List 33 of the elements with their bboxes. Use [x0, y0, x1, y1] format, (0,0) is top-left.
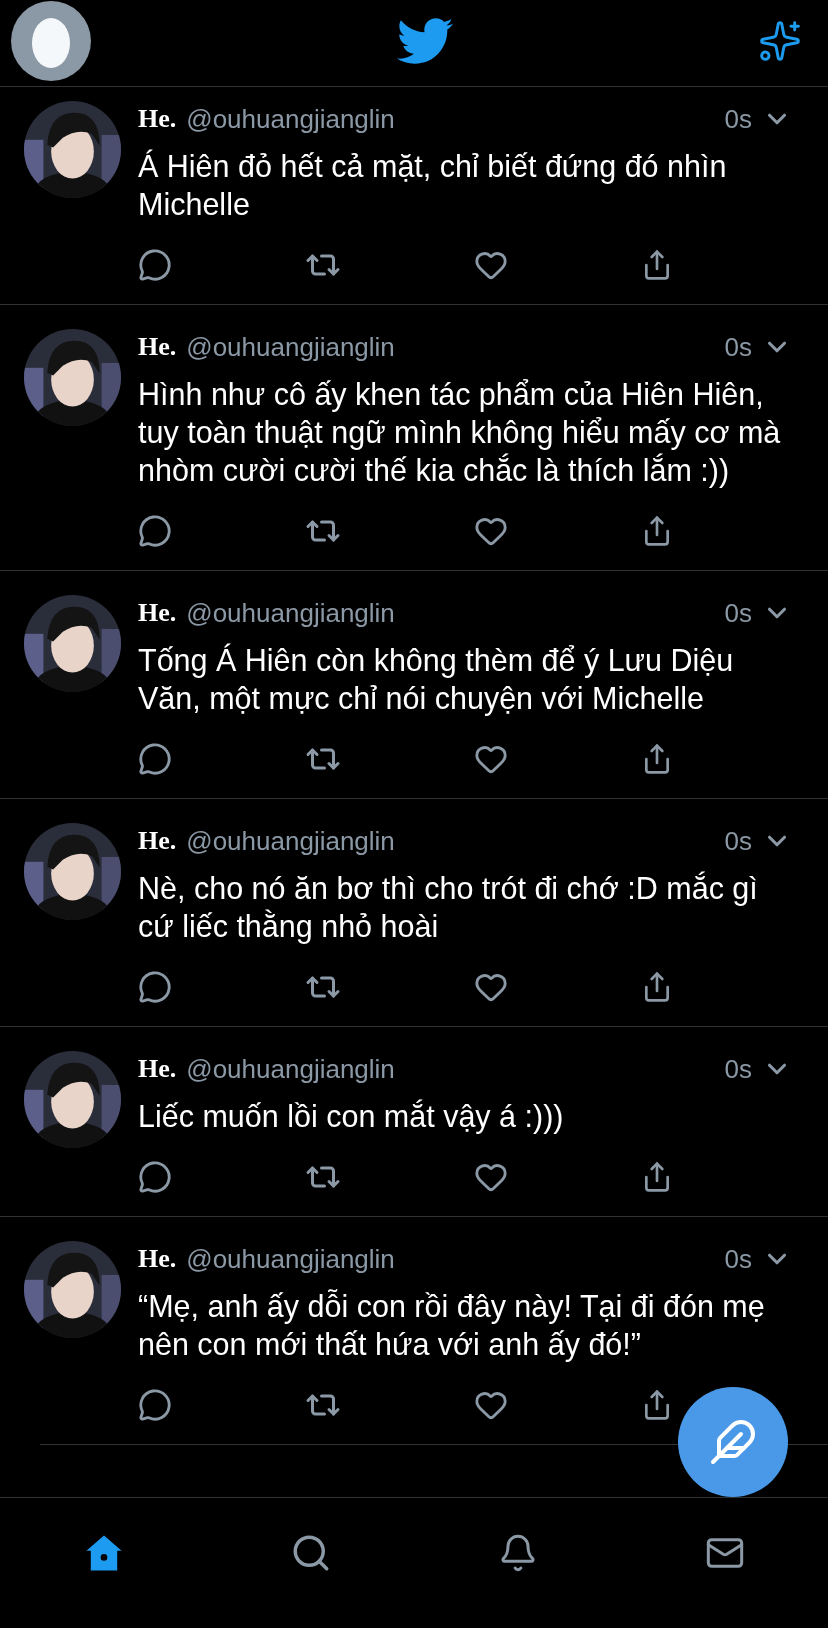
- reply-button[interactable]: [138, 247, 172, 283]
- tweet-text: Tống Á Hiên còn không thèm để ý Lưu Diệu Văn, một mực chỉ nói chuyện với Michelle: [138, 642, 735, 717]
- author-name: He.: [138, 1244, 177, 1274]
- reply-button[interactable]: [138, 969, 172, 1005]
- reply-button[interactable]: [138, 513, 172, 549]
- tweet-text: Á Hiên đỏ hết cả mặt, chỉ biết đứng đó nhìn Michelle: [138, 148, 728, 223]
- author-handle: @ouhuangjianglin: [186, 1243, 396, 1275]
- tweet-time: 0s: [724, 825, 752, 857]
- tweet-time: 0s: [724, 1243, 752, 1275]
- feather-icon: [709, 1418, 757, 1466]
- tweet-time: 0s: [724, 331, 752, 363]
- tweet-text: Hình như cô ấy khen tác phẩm của Hiên Hiên, tuy toàn thuật ngữ mình không hiểu mấy cơ mà nhòm cười cười thế kia chắc là thích lắm :)): [138, 376, 782, 489]
- sparkle-icon[interactable]: [758, 19, 802, 63]
- reply-button[interactable]: [138, 1159, 172, 1195]
- reply-button[interactable]: [138, 1387, 172, 1423]
- author-handle: @ouhuangjianglin: [186, 1053, 396, 1085]
- author-handle: @ouhuangjianglin: [186, 103, 396, 135]
- author-name: He.: [138, 1054, 177, 1084]
- author-name: He.: [138, 826, 177, 856]
- author-handle: @ouhuangjianglin: [186, 825, 396, 857]
- tweet-time: 0s: [724, 597, 752, 629]
- egg-avatar[interactable]: [11, 1, 91, 81]
- tweet-time: 0s: [724, 103, 752, 135]
- author-handle: @ouhuangjianglin: [186, 331, 396, 363]
- tweet-text: Liếc muốn lồi con mắt vậy á :))): [138, 1098, 565, 1135]
- author-name: He.: [138, 598, 177, 628]
- author-name: He.: [138, 104, 177, 134]
- reply-button[interactable]: [138, 741, 172, 777]
- tweet-time: 0s: [724, 1053, 752, 1085]
- author-handle: @ouhuangjianglin: [186, 597, 396, 629]
- tweet-text: Nè, cho nó ăn bơ thì cho trót đi chớ :D mắc gì cứ liếc thằng nhỏ hoài: [138, 870, 759, 945]
- tweet-text: “Mẹ, anh ấy dỗi con rồi đây này! Tại đi đón mẹ nên con mới thất hứa với anh ấy đó!”: [138, 1288, 766, 1363]
- author-name: He.: [138, 332, 177, 362]
